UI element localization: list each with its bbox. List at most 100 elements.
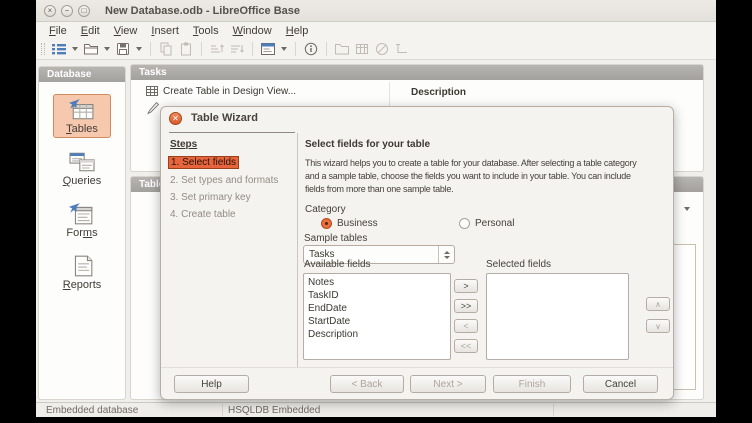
available-fields-label: Available fields — [304, 259, 371, 270]
selected-fields-listbox[interactable] — [486, 273, 629, 360]
paste-button — [176, 39, 196, 59]
copy-icon — [158, 41, 174, 57]
queries-icon — [65, 150, 99, 174]
sidebar-item-forms-label: Forms — [66, 227, 97, 239]
sort-ascending-icon — [209, 41, 225, 57]
step-1-select-fields[interactable]: 1. Select fields — [168, 156, 239, 169]
save-button[interactable] — [113, 39, 133, 59]
form-dropdown-icon[interactable] — [281, 47, 287, 51]
sort-descending-icon — [229, 41, 245, 57]
dialog-close-button[interactable]: ✕ — [169, 112, 182, 125]
preview-dropdown-icon[interactable] — [684, 207, 690, 211]
menu-file-key: F — [49, 25, 56, 37]
table-wizard-dialog: ✕ Table Wizard Steps 1. Select fields 2.… — [160, 106, 674, 400]
window-minimize-button[interactable]: − — [61, 5, 73, 17]
maximize-icon: □ — [82, 7, 87, 15]
radio-personal-label[interactable]: Personal — [475, 218, 514, 229]
forms-label-post: s — [92, 227, 98, 239]
new-database-dropdown-icon[interactable] — [72, 47, 78, 51]
toolbar-separator — [326, 42, 327, 56]
tables-icon — [65, 98, 99, 122]
move-all-right-button[interactable]: >> — [454, 299, 478, 313]
move-all-left-button: << — [454, 339, 478, 353]
database-panel-items: Tables Queries Forms Reports — [39, 82, 125, 302]
window-maximize-button[interactable]: □ — [78, 5, 90, 17]
forms-label-pre: For — [66, 227, 83, 239]
dialog-titlebar: ✕ Table Wizard — [161, 107, 673, 129]
dialog-heading: Select fields for your table — [305, 139, 430, 150]
close-icon: ✕ — [172, 114, 179, 123]
move-left-button: < — [454, 319, 478, 333]
menu-file[interactable]: File — [42, 24, 74, 38]
menu-view-rest: iew — [121, 25, 138, 37]
menu-tools[interactable]: Tools — [186, 24, 226, 38]
forms-icon — [65, 202, 99, 226]
sidebar-item-reports-label: Reports — [63, 279, 102, 291]
field-item[interactable]: Description — [308, 328, 446, 341]
statusbar-driver: HSQLDB Embedded — [228, 405, 320, 416]
toolbar — [36, 39, 716, 60]
menu-help-rest: elp — [294, 25, 309, 37]
description-header: Description — [411, 87, 466, 98]
sort-ascending-button — [207, 39, 227, 59]
relation-icon — [394, 41, 410, 57]
dialog-title: Table Wizard — [191, 112, 258, 124]
minimize-icon: − — [65, 7, 70, 15]
table-icon — [354, 41, 370, 57]
statusbar: Embedded database HSQLDB Embedded — [36, 402, 716, 417]
move-down-button: ∨ — [646, 319, 670, 333]
pencil-icon — [147, 102, 159, 115]
task-create-table-design-view[interactable]: Create Table in Design View... — [146, 85, 296, 97]
sidebar-item-forms[interactable]: Forms — [53, 198, 111, 242]
sidebar-item-queries[interactable]: Queries — [53, 146, 111, 190]
spin-down-icon — [444, 256, 450, 259]
move-right-button[interactable]: > — [454, 279, 478, 293]
menu-edit-key: E — [81, 25, 88, 37]
sidebar-item-reports[interactable]: Reports — [53, 250, 111, 294]
disabled-circle-icon — [374, 41, 390, 57]
next-button: Next > — [410, 375, 486, 393]
dialog-title-divider — [169, 132, 295, 133]
form-button[interactable] — [258, 39, 278, 59]
menu-window[interactable]: Window — [226, 24, 279, 38]
toolbar-separator — [252, 42, 253, 56]
sample-tables-label: Sample tables — [304, 233, 367, 244]
dialog-footer: Help < Back Next > Finish Cancel — [161, 367, 673, 400]
cancel-button[interactable]: Cancel — [583, 375, 658, 393]
menu-help[interactable]: Help — [279, 24, 316, 38]
task-use-wizard[interactable] — [147, 102, 159, 115]
help-info-button[interactable] — [301, 39, 321, 59]
field-item[interactable]: Notes — [308, 276, 446, 289]
radio-business[interactable] — [321, 218, 332, 229]
menu-help-key: H — [286, 25, 294, 37]
menu-edit[interactable]: Edit — [74, 24, 107, 38]
radio-personal[interactable] — [459, 218, 470, 229]
none-button — [372, 39, 392, 59]
field-item[interactable]: StartDate — [308, 315, 446, 328]
menu-window-rest: indow — [243, 25, 272, 37]
sidebar-item-tables-label: Tables — [66, 123, 98, 135]
field-item[interactable]: EndDate — [308, 302, 446, 315]
step-2-set-types[interactable]: 2. Set types and formats — [170, 175, 278, 186]
open-button[interactable] — [81, 39, 101, 59]
window-close-button[interactable]: × — [44, 5, 56, 17]
move-up-button: ∧ — [646, 297, 670, 311]
menu-view[interactable]: View — [107, 24, 145, 38]
open-dropdown-icon[interactable] — [104, 47, 110, 51]
help-button[interactable]: Help — [174, 375, 249, 393]
save-dropdown-icon[interactable] — [136, 47, 142, 51]
back-button: < Back — [330, 375, 404, 393]
dropdown-spinner[interactable] — [438, 246, 454, 263]
toolbar-drag-handle[interactable] — [41, 43, 45, 55]
step-3-set-primary-key[interactable]: 3. Set primary key — [170, 192, 251, 203]
sidebar-item-tables[interactable]: Tables — [53, 94, 111, 138]
available-fields-listbox[interactable]: Notes TaskID EndDate StartDate Descripti… — [303, 273, 451, 360]
app-window: × − □ New Database.odb - LibreOffice Bas… — [36, 0, 716, 417]
step-4-create-table[interactable]: 4. Create table — [170, 209, 236, 220]
new-database-button[interactable] — [49, 39, 69, 59]
category-label: Category — [305, 204, 346, 215]
radio-business-label[interactable]: Business — [337, 218, 378, 229]
menu-insert[interactable]: Insert — [144, 24, 186, 38]
field-item[interactable]: TaskID — [308, 289, 446, 302]
table-grid-icon — [146, 85, 158, 97]
